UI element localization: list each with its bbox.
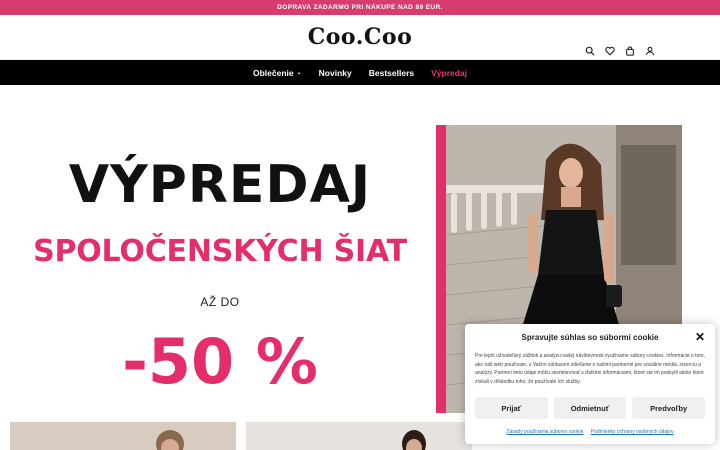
product-thumbnails <box>10 422 472 450</box>
nav-item-bestsellers[interactable]: Bestsellers <box>369 68 414 78</box>
cookie-title: Spravujte súhlas so súbormi cookie <box>521 333 659 342</box>
accept-button[interactable]: Prijať <box>475 397 548 419</box>
promo-text: DOPRAVA ZADARMO PRI NÁKUPE NAD 89 EUR. <box>277 4 443 11</box>
privacy-policy-link[interactable]: Podmienky ochrany osobných údajov <box>591 429 674 435</box>
main-nav: Oblečenie ⌄ Novinky Bestsellers Výpredaj <box>0 60 720 85</box>
cookie-buttons: Prijať Odmietnuť Predvoľby <box>475 397 706 419</box>
header-icons <box>584 45 656 57</box>
nav-item-label: Oblečenie <box>252 67 294 78</box>
nav-item-label: Výpredaj <box>431 67 468 78</box>
search-icon[interactable] <box>584 45 596 57</box>
deny-button[interactable]: Odmietnuť <box>553 397 627 419</box>
hero-subheadline: SPOLOČENSKÝCH ŠIAT <box>33 234 407 269</box>
close-icon[interactable]: ✕ <box>695 330 705 344</box>
hero-discount: -50 % <box>122 325 318 398</box>
hero-headline: VÝPREDAJ <box>68 155 372 215</box>
site-header: Coo.Coo <box>0 15 720 60</box>
nav-item-novinky[interactable]: Novinky <box>319 68 352 78</box>
cookie-policy-link[interactable]: Zásady používania súborov cookie <box>506 429 583 435</box>
preferences-button[interactable]: Predvoľby <box>632 397 706 419</box>
user-icon[interactable] <box>644 45 656 57</box>
hero-up-to: AŽ DO <box>200 295 240 309</box>
product-thumb[interactable] <box>10 422 236 450</box>
nav-item-vypredaj[interactable]: Výpredaj <box>431 68 467 78</box>
chevron-down-icon: ⌄ <box>296 70 302 76</box>
cookie-consent-dialog: Spravujte súhlas so súbormi cookie ✕ Pre… <box>465 324 715 444</box>
heart-icon[interactable] <box>604 45 616 57</box>
cookie-links: Zásady používania súborov cookie Podmien… <box>465 429 715 435</box>
cookie-text: Pre lepší užívateľský zážitok a analýzu … <box>475 353 705 385</box>
nav-item-label: Bestsellers <box>368 67 415 78</box>
promo-bar: DOPRAVA ZADARMO PRI NÁKUPE NAD 89 EUR. <box>0 0 720 15</box>
bag-icon[interactable] <box>624 45 636 57</box>
nav-item-label: Novinky <box>318 67 352 78</box>
accent-bar <box>436 125 446 413</box>
nav-item-oblecenie[interactable]: Oblečenie ⌄ <box>253 68 302 78</box>
product-thumb[interactable] <box>246 422 472 450</box>
